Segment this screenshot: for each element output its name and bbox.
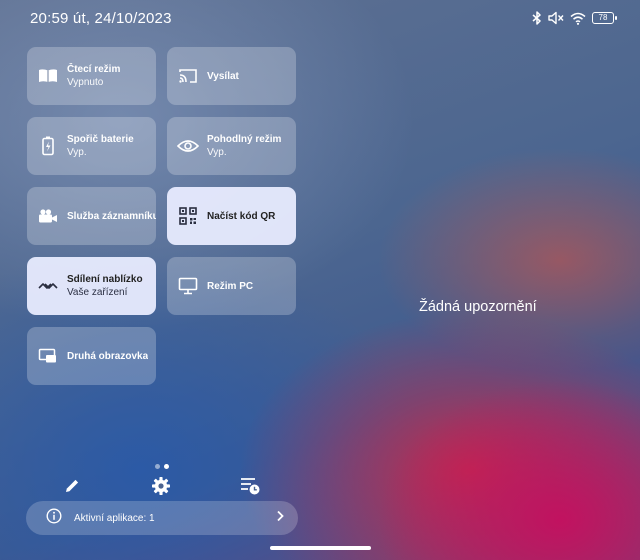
monitor-icon (177, 275, 199, 297)
clock: 20:59 út, 24/10/2023 (30, 10, 172, 27)
tile-title: Spořič baterie (67, 134, 134, 145)
schedule-list-icon (239, 476, 261, 501)
tile-title: Načíst kód QR (207, 210, 276, 222)
tile-title: Režim PC (207, 280, 254, 292)
status-bar: 20:59 út, 24/10/2023 78 (0, 0, 640, 38)
tile-scan-qr[interactable]: Načíst kód QR (167, 187, 296, 245)
tile-title: Vysílat (207, 70, 239, 82)
active-apps-bar[interactable]: Aktivní aplikace: 1 (26, 501, 298, 535)
page-indicator (155, 464, 169, 469)
video-camera-icon (37, 205, 59, 227)
tile-comfort-mode[interactable]: Pohodlný režim Vyp. (167, 117, 296, 175)
tile-recorder-service[interactable]: Služba záznamníku (27, 187, 156, 245)
tile-subtitle: Vyp. (207, 147, 227, 158)
tile-title: Čtecí režim (67, 64, 121, 75)
tile-subtitle: Vaše zařízení (67, 287, 128, 298)
schedule-list-button[interactable] (238, 476, 262, 500)
battery-icon: 78 (592, 12, 617, 24)
page-dot (155, 464, 160, 469)
tile-title: Pohodlný režim (207, 134, 282, 145)
cast-icon (177, 65, 199, 87)
tile-nearby-share[interactable]: Sdílení nablízko Vaše zařízení (27, 257, 156, 315)
tile-battery-saver[interactable]: Spořič baterie Vyp. (27, 117, 156, 175)
nearby-share-icon (37, 275, 59, 297)
tile-subtitle: Vyp. (67, 147, 87, 158)
home-indicator[interactable] (270, 546, 371, 550)
no-notifications-text: Žádná upozornění (419, 299, 537, 315)
settings-icon (151, 476, 171, 501)
tile-title: Sdílení nablízko (67, 274, 143, 285)
tile-title: Druhá obrazovka (67, 350, 149, 362)
tile-second-screen[interactable]: Druhá obrazovka (27, 327, 156, 385)
info-icon (46, 507, 62, 529)
eye-icon (177, 135, 199, 157)
book-icon (37, 65, 59, 87)
active-apps-label: Aktivní aplikace: 1 (74, 512, 155, 524)
tile-pc-mode[interactable]: Režim PC (167, 257, 296, 315)
qr-code-icon (177, 205, 199, 227)
tile-reading-mode[interactable]: Čtecí režim Vypnuto (27, 47, 156, 105)
battery-saver-icon (37, 135, 59, 157)
wifi-icon (570, 12, 586, 25)
edit-icon (63, 477, 81, 500)
tile-subtitle: Vypnuto (67, 77, 104, 88)
chevron-right-icon (276, 509, 284, 527)
bluetooth-icon (532, 11, 542, 25)
page-dot-current (164, 464, 169, 469)
second-screen-icon (37, 345, 59, 367)
settings-button[interactable] (149, 476, 173, 500)
tile-cast[interactable]: Vysílat (167, 47, 296, 105)
mute-icon (548, 11, 564, 25)
edit-button[interactable] (60, 476, 84, 500)
status-icons: 78 (532, 11, 617, 25)
battery-level: 78 (598, 13, 608, 22)
tile-title: Služba záznamníku (67, 210, 156, 222)
